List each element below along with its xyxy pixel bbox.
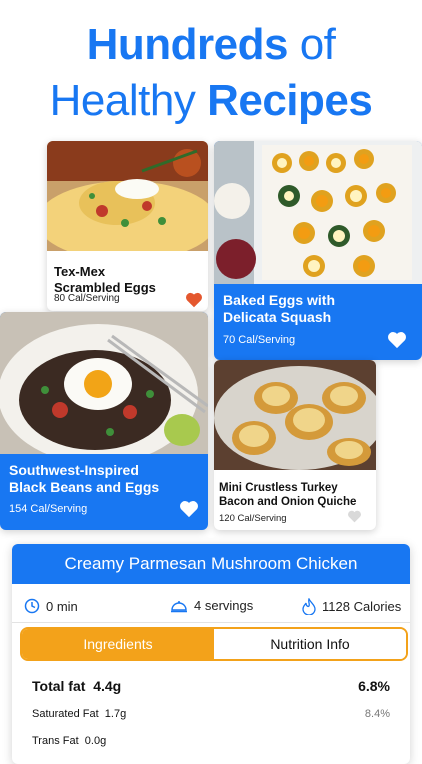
recipe-calories: 154 Cal/Serving (9, 503, 88, 515)
serving-dish-icon (171, 600, 187, 612)
nutrition-label: Total fat 4.4g (32, 678, 122, 694)
nutrition-label: Saturated Fat 1.7g (32, 708, 127, 720)
recipe-detail-panel: Creamy Parmesan Mushroom Chicken 0 min 4… (12, 544, 410, 764)
recipe-photo (214, 141, 422, 284)
tab-ingredients[interactable]: Ingredients (22, 629, 214, 659)
divider (12, 622, 410, 623)
detail-tabs: Ingredients Nutrition Info (20, 627, 408, 661)
headline-light-word: Healthy (49, 76, 208, 125)
recipe-title: Baked Eggs with Delicata Squash (223, 292, 336, 325)
headline-strong-word: Recipes (207, 76, 373, 125)
recipe-card-mini-quiche[interactable]: Mini Crustless Turkey Bacon and Onion Qui… (214, 360, 376, 530)
headline-line-1: Hundreds of (0, 18, 422, 72)
servings-value: 4 servings (194, 598, 254, 613)
recipe-calories: 120 Cal/Serving (219, 513, 287, 524)
tab-nutrition-info[interactable]: Nutrition Info (214, 629, 406, 659)
servings: 4 servings (170, 598, 253, 613)
recipe-title: Southwest-Inspired Black Beans and Eggs (9, 462, 160, 495)
calories: 1128 Calories (302, 598, 401, 615)
recipe-photo (0, 312, 208, 454)
recipe-card-baked-eggs[interactable]: Baked Eggs with Delicata Squash 70 Cal/Se… (214, 141, 422, 360)
headline-light-word: of (287, 20, 336, 69)
recipe-card-tex-mex[interactable]: Tex-Mex Scrambled Eggs 80 Cal/Serving (47, 141, 208, 311)
prep-time-value: 0 min (46, 598, 78, 614)
nutrition-label: Trans Fat 0.0g (32, 735, 107, 747)
heart-icon[interactable] (347, 510, 362, 523)
heart-icon[interactable] (185, 292, 203, 308)
headline-line-2: Healthy Recipes (0, 74, 422, 128)
recipe-calories: 80 Cal/Serving (54, 293, 120, 304)
flame-icon (302, 598, 316, 615)
recipe-photo (47, 141, 208, 251)
recipe-calories: 70 Cal/Serving (223, 334, 296, 346)
headline-strong-word: Hundreds (86, 20, 289, 69)
recipe-title: Mini Crustless Turkey Bacon and Onion Qui… (219, 482, 357, 508)
recipe-detail-header: Creamy Parmesan Mushroom Chicken (12, 544, 410, 584)
recipe-card-southwest[interactable]: Southwest-Inspired Black Beans and Eggs 1… (0, 312, 208, 530)
heart-icon[interactable] (387, 331, 407, 349)
nutrition-percent: 6.8% (358, 678, 390, 694)
prep-time: 0 min (24, 598, 78, 614)
recipe-title: Tex-Mex Scrambled Eggs (54, 264, 156, 295)
calories-value: 1128 Calories (322, 599, 402, 614)
recipe-detail-title: Creamy Parmesan Mushroom Chicken (64, 554, 358, 573)
clock-icon (24, 598, 40, 614)
recipe-photo (214, 360, 376, 470)
heart-icon[interactable] (179, 500, 199, 518)
nutrition-percent: 8.4% (364, 708, 390, 720)
